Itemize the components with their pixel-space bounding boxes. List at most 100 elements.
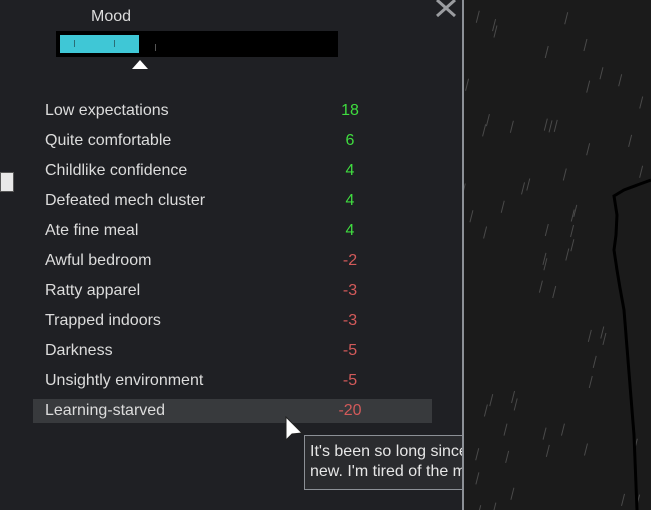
rain-streak <box>592 355 597 368</box>
mood-bar[interactable] <box>56 31 338 57</box>
thought-label: Defeated mech cluster <box>45 192 206 209</box>
thought-label: Ate fine meal <box>45 222 139 239</box>
rain-streak <box>489 394 494 407</box>
rain-streak <box>542 427 547 440</box>
thought-row[interactable]: Trapped indoors -3 <box>33 306 432 336</box>
rain-streak <box>475 10 480 23</box>
rain-streak <box>639 165 644 178</box>
rain-streak <box>586 143 591 156</box>
thought-mood-value: 6 <box>345 132 355 149</box>
thought-row[interactable]: Childlike confidence 4 <box>33 156 432 186</box>
rain-streak <box>599 67 604 80</box>
thought-row[interactable]: Darkness -5 <box>33 336 432 366</box>
thought-label: Darkness <box>45 342 113 359</box>
rain-streak <box>465 78 470 91</box>
rain-streak <box>587 329 592 343</box>
thought-list: Low expectations 18 Quite comfortable 6 Chil… <box>33 96 432 423</box>
rain-streak <box>543 118 548 131</box>
thought-mood-value: -5 <box>342 372 358 389</box>
mood-threshold-tick <box>114 40 115 47</box>
thought-label: Learning-starved <box>45 402 166 419</box>
rain-streak <box>521 182 526 195</box>
mood-threshold-tick <box>74 40 75 47</box>
thought-row[interactable]: Unsightly environment -5 <box>33 366 432 396</box>
thought-mood-value: -20 <box>338 402 362 419</box>
rain-streak <box>544 45 549 59</box>
close-icon[interactable] <box>433 0 459 18</box>
thought-row[interactable]: Ratty apparel -3 <box>33 276 432 306</box>
rain-streak <box>464 183 466 191</box>
rain-streak <box>588 375 593 389</box>
rain-streak <box>483 404 488 417</box>
thought-mood-value: -5 <box>342 342 358 359</box>
world-view[interactable] <box>464 0 651 510</box>
thought-label: Low expectations <box>45 102 169 119</box>
rain-streak <box>475 448 480 461</box>
rain-streak <box>628 134 633 147</box>
rain-streak <box>513 398 518 411</box>
rain-streak <box>503 423 508 436</box>
mood-target-marker <box>132 60 148 69</box>
rain-streak <box>500 200 505 213</box>
rain-streak <box>493 502 497 510</box>
rain-streak <box>469 210 474 223</box>
thought-label: Trapped indoors <box>45 312 161 329</box>
rain-streak <box>600 326 605 339</box>
rain-streak <box>583 38 588 52</box>
thought-row[interactable]: Defeated mech cluster 4 <box>33 186 432 216</box>
rain-streak <box>492 18 497 32</box>
rain-streak <box>545 444 550 458</box>
mood-bar-fill <box>60 35 139 53</box>
mouse-cursor-icon <box>285 416 304 442</box>
mood-label: Mood <box>91 8 132 25</box>
thought-mood-value: 4 <box>345 162 355 179</box>
thought-row[interactable]: Ate fine meal 4 <box>33 216 432 246</box>
thought-row[interactable]: Low expectations 18 <box>33 96 432 126</box>
thought-mood-value: -2 <box>342 252 358 269</box>
rain-streak <box>510 487 515 500</box>
rain-streak <box>511 390 516 404</box>
rain-overlay <box>464 10 651 510</box>
thought-row[interactable]: Learning-starved -20 <box>33 399 432 423</box>
rain-streak <box>570 224 575 238</box>
rain-streak <box>509 120 514 133</box>
rain-streak <box>621 493 626 506</box>
rain-streak <box>493 25 498 38</box>
thought-mood-value: -3 <box>342 312 358 329</box>
thought-label: Awful bedroom <box>45 252 152 269</box>
rain-streak <box>482 124 487 137</box>
rain-streak <box>560 423 565 436</box>
thought-mood-value: 4 <box>345 192 355 209</box>
rain-streak <box>475 472 480 485</box>
rain-streak <box>553 119 558 133</box>
thought-mood-value: 18 <box>341 102 359 119</box>
rain-streak <box>565 248 570 261</box>
thought-label: Childlike confidence <box>45 162 188 179</box>
thought-row[interactable]: Awful bedroom -2 <box>33 246 432 276</box>
rain-streak <box>548 120 553 133</box>
rain-streak <box>564 12 569 25</box>
thought-mood-value: 4 <box>345 222 355 239</box>
thought-label: Quite comfortable <box>45 132 172 149</box>
rain-streak <box>552 285 557 299</box>
thought-label: Unsightly environment <box>45 372 204 389</box>
rain-streak <box>570 239 575 252</box>
rain-streak <box>544 223 549 237</box>
rain-streak <box>586 80 591 93</box>
side-widget[interactable] <box>0 172 14 192</box>
rain-streak <box>602 332 607 346</box>
rain-streak <box>479 505 482 510</box>
thought-label: Ratty apparel <box>45 282 141 299</box>
rain-streak <box>618 74 623 87</box>
needs-panel: Mood Low expectations 18 Quite comfortable… <box>0 0 636 510</box>
rain-streak <box>483 226 488 239</box>
thought-row[interactable]: Quite comfortable 6 <box>33 126 432 156</box>
rain-streak <box>538 280 543 293</box>
thought-mood-value: -3 <box>342 282 358 299</box>
rain-streak <box>526 178 531 191</box>
mood-threshold-tick <box>155 44 156 51</box>
rain-streak <box>485 114 490 127</box>
rain-streak <box>583 443 588 456</box>
rain-streak <box>639 96 644 109</box>
rain-streak <box>505 450 510 464</box>
